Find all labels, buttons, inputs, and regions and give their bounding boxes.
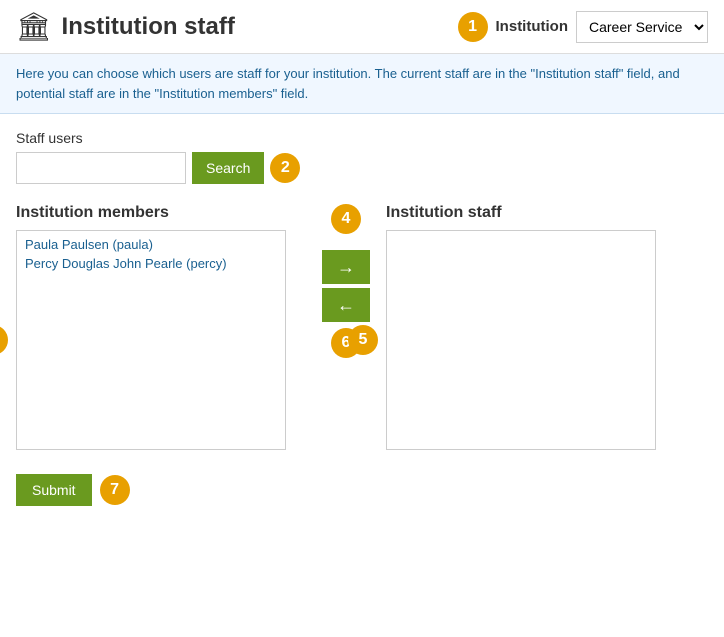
info-bar: Here you can choose which users are staf… (0, 54, 724, 114)
staff-list-box[interactable] (386, 230, 656, 450)
institution-icon: 🏛 (16, 10, 52, 43)
header: 🏛 Institution staff 1 Institution Career… (0, 0, 724, 54)
submit-button[interactable]: Submit (16, 474, 92, 506)
badge-3: 3 (0, 325, 8, 355)
page-title: Institution staff (62, 13, 235, 41)
institution-label: Institution (496, 18, 568, 35)
staff-heading: Institution staff (386, 204, 676, 222)
badge-4: 4 (331, 204, 361, 234)
badge-7: 7 (100, 475, 130, 505)
badge-2: 2 (270, 153, 300, 183)
main-content: Staff users Search 2 Institution members… (0, 114, 724, 522)
search-input[interactable] (16, 152, 186, 184)
header-title-area: 🏛 Institution staff (16, 10, 458, 43)
transfer-buttons: → ← (322, 250, 370, 322)
info-text: Here you can choose which users are staf… (16, 66, 680, 101)
badge-1: 1 (458, 12, 488, 42)
staff-column: Institution staff 5 (386, 204, 676, 450)
members-heading: Institution members (16, 204, 306, 222)
members-column: Institution members 3 Paula Paulsen (pau… (16, 204, 306, 450)
search-button[interactable]: Search (192, 152, 264, 184)
submit-row: Submit 7 (16, 474, 708, 506)
list-item[interactable]: Paula Paulsen (paula) (21, 235, 281, 254)
transfer-right-button[interactable]: → (322, 250, 370, 284)
institution-select[interactable]: Career Service (576, 11, 708, 43)
transfer-left-button[interactable]: ← (322, 288, 370, 322)
lists-area: Institution members 3 Paula Paulsen (pau… (16, 204, 708, 450)
list-item[interactable]: Percy Douglas John Pearle (percy) (21, 254, 281, 273)
members-list-box[interactable]: Paula Paulsen (paula) Percy Douglas John… (16, 230, 286, 450)
badge-5: 5 (348, 325, 378, 355)
search-row: Search 2 (16, 152, 708, 184)
staff-users-label: Staff users (16, 130, 708, 146)
header-right: 1 Institution Career Service (458, 11, 708, 43)
